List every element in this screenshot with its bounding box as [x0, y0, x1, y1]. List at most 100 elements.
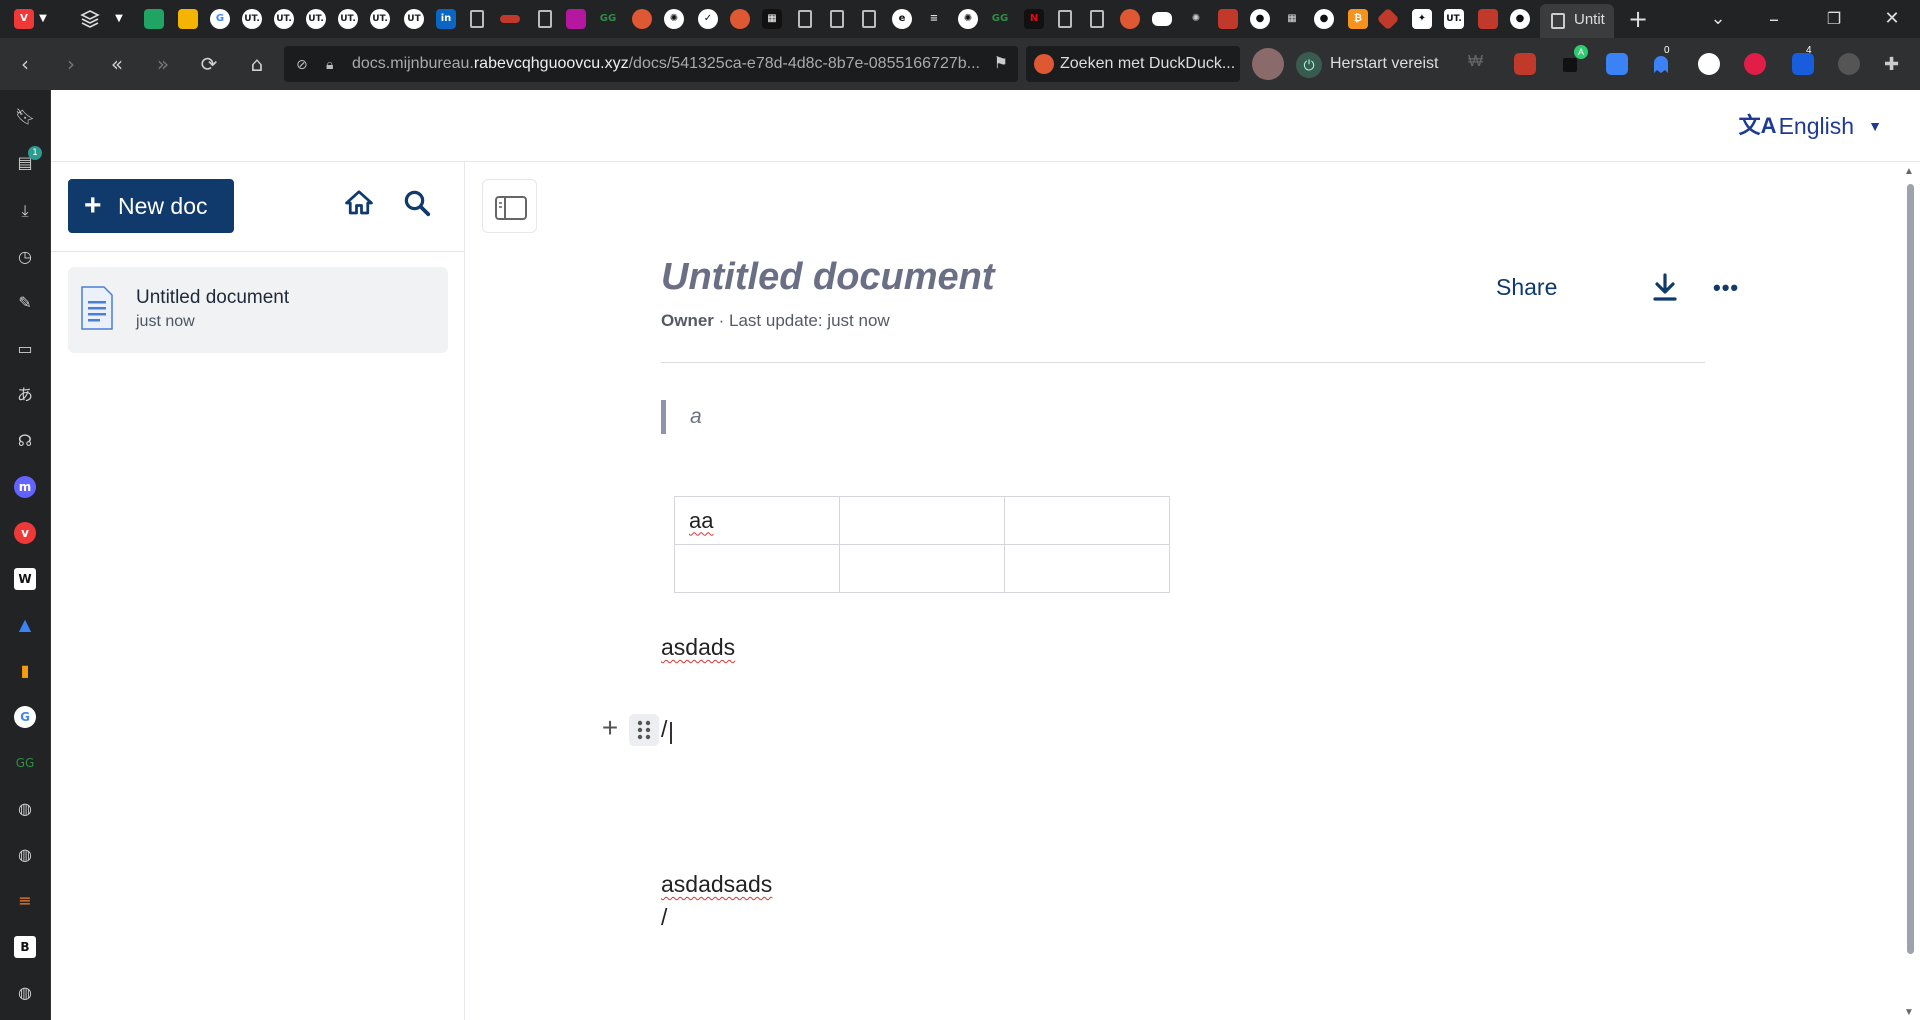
- cnn-tab-icon[interactable]: [500, 15, 520, 23]
- profile-avatar[interactable]: [1252, 48, 1284, 80]
- wikipedia-panel-icon[interactable]: W: [14, 568, 36, 590]
- w-extension-icon[interactable]: [1698, 53, 1720, 75]
- window-panel-icon[interactable]: ▭: [14, 338, 36, 360]
- openai-tab-icon-1[interactable]: ✺: [664, 9, 684, 29]
- stackoverflow-tab-icon[interactable]: ≡: [924, 9, 944, 29]
- page-tab-icon-1[interactable]: [470, 10, 484, 28]
- translate-extension-icon[interactable]: [1606, 53, 1628, 75]
- table-cell[interactable]: [1004, 544, 1170, 593]
- apps-tab-icon[interactable]: ▦: [1282, 9, 1302, 29]
- bookmark-icon[interactable]: ⚑: [994, 46, 1008, 82]
- chart-panel-icon[interactable]: ▲: [14, 614, 36, 636]
- red-tab-icon[interactable]: [1218, 9, 1238, 29]
- fast-forward-icon[interactable]: »: [150, 51, 176, 77]
- ghost-extension-icon[interactable]: 0: [1650, 45, 1672, 75]
- red-extension-icon[interactable]: [1514, 53, 1536, 75]
- back-icon[interactable]: ‹: [12, 51, 38, 77]
- table-cell[interactable]: [1004, 496, 1170, 545]
- bitcoin-tab-icon[interactable]: ₿: [1348, 9, 1368, 29]
- close-button[interactable]: ✕: [1872, 4, 1912, 34]
- drive-tab-icon[interactable]: [144, 9, 164, 29]
- gfg-panel-icon[interactable]: GG: [14, 752, 36, 774]
- game-tab-icon[interactable]: [1152, 12, 1172, 26]
- reload-icon[interactable]: ⟳: [196, 51, 222, 77]
- slash-command-block[interactable]: /: [661, 716, 667, 743]
- page-tab-icon-4[interactable]: [830, 10, 844, 28]
- ut-square-tab-icon[interactable]: UT.: [1444, 9, 1464, 29]
- vivaldi-panel-icon[interactable]: v: [14, 522, 36, 544]
- home-icon[interactable]: ⌂: [244, 51, 270, 77]
- more-options-button[interactable]: •••: [1713, 277, 1743, 299]
- l-extension-icon[interactable]: [1838, 53, 1860, 75]
- bitwarden-extension-icon[interactable]: 4: [1792, 45, 1814, 75]
- new-tab-button[interactable]: +: [1618, 4, 1658, 34]
- github-tab-icon-3[interactable]: ●: [1510, 9, 1530, 29]
- table-cell[interactable]: [839, 496, 1005, 545]
- google-tab-icon[interactable]: G: [210, 9, 230, 29]
- chat-panel-icon[interactable]: ☊: [14, 430, 36, 452]
- puzzle-extension-icon[interactable]: A: [1560, 45, 1588, 75]
- menu-chevron-icon[interactable]: ▼: [36, 9, 50, 29]
- document-title[interactable]: Untitled document: [661, 256, 995, 299]
- stackoverflow-panel-icon[interactable]: ≡: [14, 890, 36, 912]
- globe-panel-icon-2[interactable]: ◍: [14, 844, 36, 866]
- tab-stack-icon[interactable]: [80, 9, 100, 29]
- gfg-tab-icon-2[interactable]: GG: [990, 9, 1010, 29]
- ut-tab-icon-6[interactable]: UT: [404, 9, 424, 29]
- vivaldi-menu-icon[interactable]: V: [14, 9, 34, 29]
- scroll-up-arrow[interactable]: ▲: [1904, 166, 1914, 177]
- edge-like-tab-icon[interactable]: e: [892, 9, 912, 29]
- edit-tab-icon[interactable]: [1478, 9, 1498, 29]
- tab-stack-chevron-icon[interactable]: ▼: [112, 9, 126, 29]
- page-tab-icon-5[interactable]: [862, 10, 876, 28]
- page-tab-icon-6[interactable]: [1058, 10, 1072, 28]
- page-scrollbar[interactable]: ▲ ▼: [1900, 162, 1920, 1020]
- active-tab[interactable]: Untit: [1540, 4, 1614, 38]
- ut-tab-icon-4[interactable]: UT.: [338, 9, 358, 29]
- home-button[interactable]: [344, 188, 376, 220]
- duckduckgo-tab-icon-1[interactable]: [632, 9, 652, 29]
- ut-tab-icon-5[interactable]: UT.: [370, 9, 390, 29]
- pink-tab-icon[interactable]: [566, 9, 586, 29]
- check-tab-icon[interactable]: ✓: [698, 9, 718, 29]
- openai-tab-icon-2[interactable]: ✺: [958, 9, 978, 29]
- lastpass-extension-icon[interactable]: [1744, 53, 1766, 75]
- scroll-down-arrow[interactable]: ▼: [1904, 1007, 1914, 1018]
- quote-block[interactable]: a: [661, 400, 702, 434]
- sparkle-tab-icon[interactable]: ✦: [1412, 9, 1432, 29]
- b-panel-icon[interactable]: B: [14, 936, 36, 958]
- share-button[interactable]: Share: [1496, 274, 1557, 301]
- downloads-panel-icon[interactable]: ⤓: [14, 200, 36, 222]
- page-tab-icon-2[interactable]: [538, 10, 552, 28]
- page-tab-icon-7[interactable]: [1090, 10, 1104, 28]
- ut-tab-icon-1[interactable]: UT.: [242, 9, 262, 29]
- extensions-puzzle-icon[interactable]: ✚: [1884, 53, 1906, 75]
- toggle-sidebar-button[interactable]: [482, 179, 537, 233]
- reading-list-panel-icon[interactable]: ▤ 1: [14, 146, 42, 174]
- sidebar-doc-item[interactable]: Untitled document just now: [68, 267, 448, 353]
- analytics-panel-icon[interactable]: ▮: [14, 660, 36, 682]
- search-button[interactable]: [402, 188, 434, 220]
- translate-panel-icon[interactable]: あ: [14, 384, 36, 406]
- download-button[interactable]: [1652, 273, 1678, 303]
- netflix-tab-icon[interactable]: N: [1024, 9, 1044, 29]
- duckduckgo-tab-icon-2[interactable]: [730, 9, 750, 29]
- globe-panel-icon-3[interactable]: ◍: [14, 982, 36, 1004]
- bookmarks-panel-icon[interactable]: 🔖︎: [14, 106, 36, 128]
- tab-menu-icon[interactable]: ⌄: [1698, 4, 1738, 34]
- grid-tab-icon[interactable]: ▦: [762, 9, 782, 29]
- table-cell[interactable]: [674, 544, 840, 593]
- keep-tab-icon[interactable]: [178, 9, 198, 29]
- history-panel-icon[interactable]: ◷: [14, 246, 36, 268]
- notes-panel-icon[interactable]: ✎: [14, 292, 36, 314]
- linkedin-tab-icon[interactable]: in: [436, 9, 456, 29]
- minimize-button[interactable]: –: [1754, 4, 1794, 34]
- scrollbar-thumb[interactable]: [1907, 184, 1914, 954]
- paragraph-block[interactable]: asdadsads: [661, 871, 772, 898]
- site-settings-icon[interactable]: ⊘: [296, 46, 308, 82]
- ut-tab-icon-2[interactable]: UT.: [274, 9, 294, 29]
- gfg-tab-icon-1[interactable]: GG: [598, 9, 618, 29]
- google-panel-icon[interactable]: G: [14, 706, 36, 728]
- page-tab-icon-3[interactable]: [798, 10, 812, 28]
- paragraph-block[interactable]: asdads: [661, 634, 735, 661]
